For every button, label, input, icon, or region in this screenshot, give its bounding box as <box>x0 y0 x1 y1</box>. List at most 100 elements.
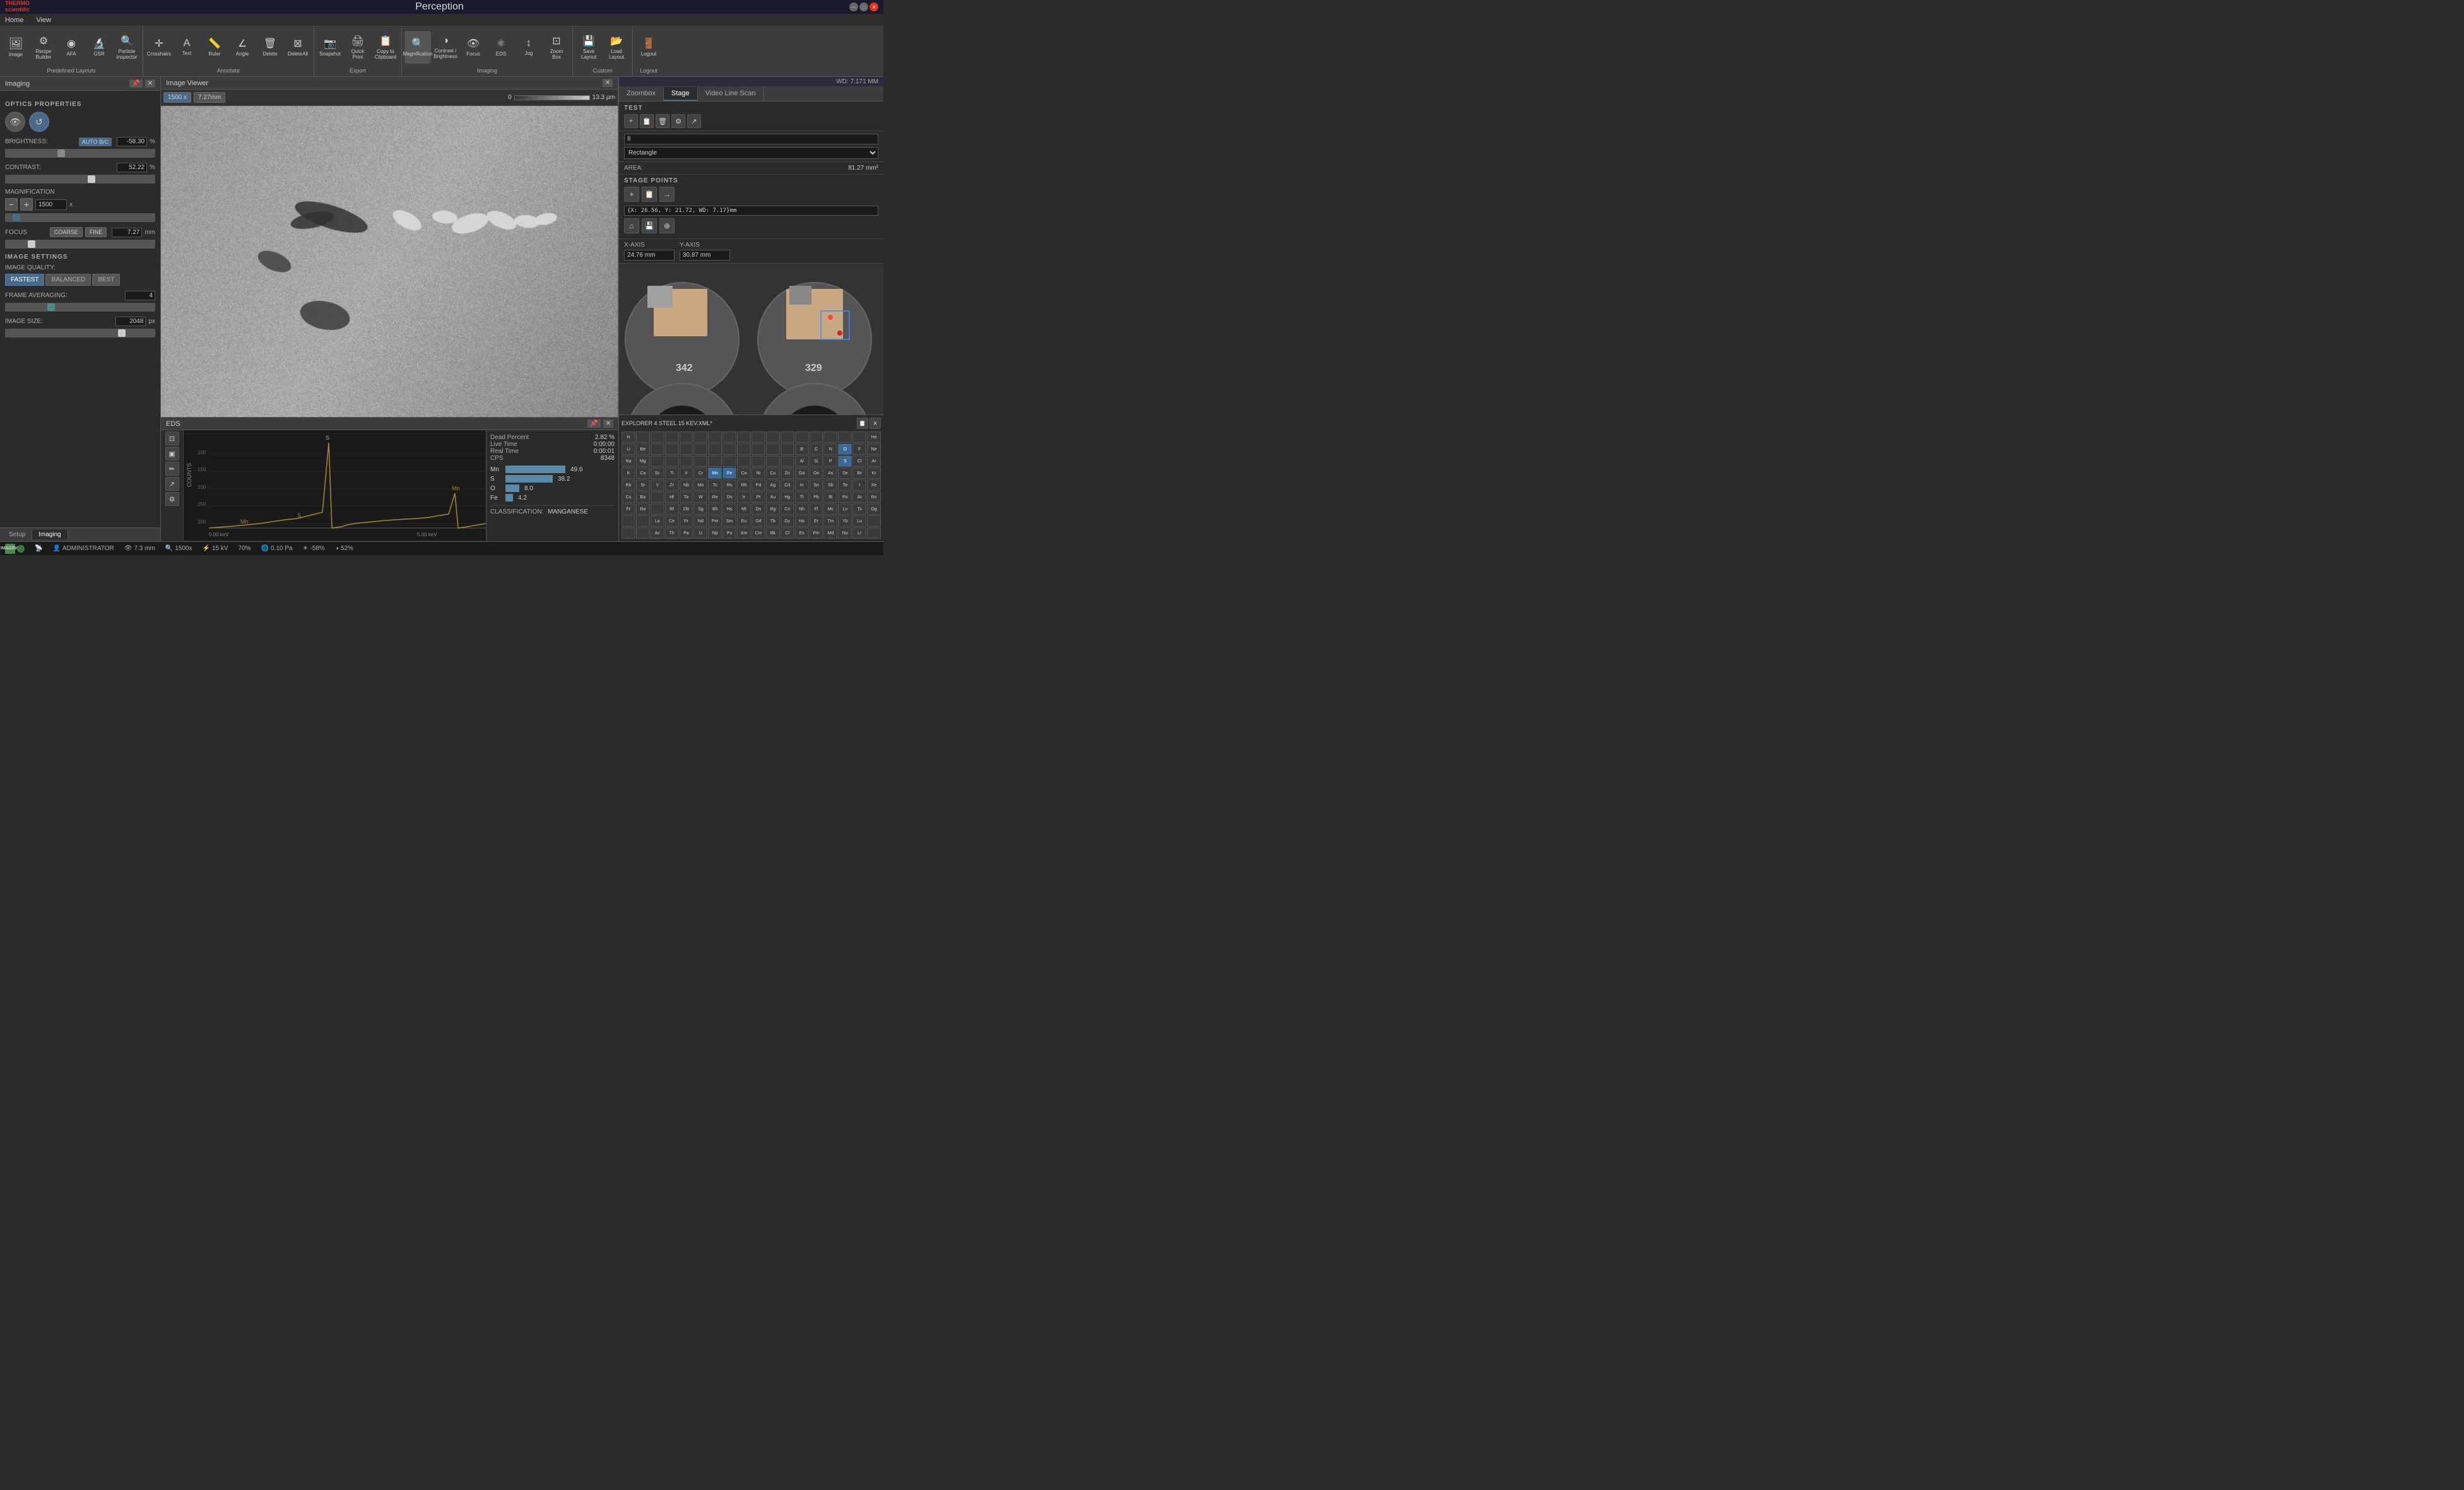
sem-canvas[interactable] <box>161 106 618 417</box>
pt-element-nh[interactable]: Nh <box>795 503 809 515</box>
pt-element-se[interactable]: Se <box>838 467 852 479</box>
toolbar-btn-text[interactable]: A Text <box>174 31 200 64</box>
pt-element-re[interactable]: Re <box>708 491 722 503</box>
viewer-close-button[interactable]: ✕ <box>603 79 613 87</box>
pt-element-fr[interactable]: Fr <box>622 503 635 515</box>
pt-element-w[interactable]: W <box>693 491 707 503</box>
toolbar-btn-contrast-brightness[interactable]: ◑ Contrast /Brightness <box>432 31 459 64</box>
toolbar-btn-gsr[interactable]: 🔬 GSR <box>86 31 112 64</box>
pt-element-na[interactable]: Na <box>622 455 635 467</box>
pt-element-li[interactable]: Li <box>622 443 635 455</box>
toolbar-btn-quickprint[interactable]: 🖨 QuickPrint <box>345 31 371 64</box>
pt-element-fm[interactable]: Fm <box>810 527 823 539</box>
stage-copy-button[interactable]: 📋 <box>642 187 657 202</box>
pt-element-cf[interactable]: Cf <box>781 527 794 539</box>
quality-best-button[interactable]: BEST <box>92 274 120 286</box>
brightness-thumb[interactable] <box>57 150 65 157</box>
image-size-thumb[interactable] <box>118 329 126 337</box>
toolbar-btn-logout[interactable]: 🚪 Logout <box>635 31 662 64</box>
pt-element-mn[interactable]: Mn <box>708 467 722 479</box>
test-btn-4[interactable]: ⚙ <box>671 114 685 128</box>
pt-element-p[interactable]: P <box>823 455 837 467</box>
image-size-slider[interactable] <box>5 329 155 337</box>
tab-imaging[interactable]: Imaging <box>32 530 68 539</box>
pt-element-ca[interactable]: Ca <box>636 467 650 479</box>
y-axis-input[interactable] <box>680 250 730 261</box>
resolution-display-button[interactable]: 7.27mm <box>194 92 225 103</box>
pt-element-k[interactable]: K <box>622 467 635 479</box>
pt-element-mo[interactable]: Mo <box>693 479 707 491</box>
magnification-input[interactable] <box>35 199 67 210</box>
pt-element-rh[interactable]: Rh <box>737 479 751 491</box>
pt-element-zr[interactable]: Zr <box>665 479 679 491</box>
eds-close-button[interactable]: ✕ <box>603 419 613 428</box>
pt-element-he[interactable]: He <box>867 431 881 443</box>
pt-element-po[interactable]: Po <box>838 491 852 503</box>
pt-element-te[interactable]: Te <box>838 479 852 491</box>
toolbar-btn-crosshairs[interactable]: ✛ Crosshairs <box>146 31 172 64</box>
pt-element-pt[interactable]: Pt <box>752 491 765 503</box>
pt-element-ho[interactable]: Ho <box>795 515 809 527</box>
test-btn-2[interactable]: 📋 <box>640 114 654 128</box>
pt-element-b[interactable]: B <box>795 443 809 455</box>
panel-close-button[interactable]: ✕ <box>145 79 155 88</box>
pt-element-in[interactable]: In <box>795 479 809 491</box>
pt-element-tb[interactable]: Tb <box>766 515 780 527</box>
panel-pin-button[interactable]: 📌 <box>129 79 142 88</box>
optics-btn-1[interactable]: 👁 <box>5 112 25 132</box>
pt-element-at[interactable]: At <box>852 491 866 503</box>
pt-element-hg[interactable]: Hg <box>781 491 794 503</box>
pt-element-er[interactable]: Er <box>810 515 823 527</box>
pt-element-cr[interactable]: Cr <box>693 467 707 479</box>
pt-element-ar[interactable]: Ar <box>867 455 881 467</box>
pt-element-ga[interactable]: Ga <box>795 467 809 479</box>
tab-setup[interactable]: Setup <box>3 530 32 539</box>
pt-element-pr[interactable]: Pr <box>680 515 693 527</box>
pt-element-bk[interactable]: Bk <box>766 527 780 539</box>
close-button[interactable]: ✕ <box>869 3 878 11</box>
pt-element-ba[interactable]: Ba <box>636 491 650 503</box>
pt-element-sm[interactable]: Sm <box>722 515 736 527</box>
pt-element-as[interactable]: As <box>823 467 837 479</box>
pt-element-dy[interactable]: Dy <box>781 515 794 527</box>
stage-save-button[interactable]: 💾 <box>642 218 657 233</box>
toolbar-btn-angle[interactable]: ∠ Angle <box>229 31 256 64</box>
magnification-slider[interactable] <box>5 213 155 222</box>
pt-element-ti[interactable]: Ti <box>665 467 679 479</box>
pt-element-ta[interactable]: Ta <box>680 491 693 503</box>
pt-element-pu[interactable]: Pu <box>722 527 736 539</box>
test-btn-3[interactable]: 🗑 <box>656 114 669 128</box>
auto-bc-button[interactable]: AUTO B/C <box>79 138 112 146</box>
pt-element-s[interactable]: S <box>838 455 852 467</box>
pt-element-nd[interactable]: Nd <box>693 515 707 527</box>
pt-element-pa[interactable]: Pa <box>680 527 693 539</box>
magnification-thumb[interactable] <box>13 214 20 221</box>
toolbar-btn-recipe[interactable]: ⚙ RecipeBuilder <box>30 31 57 64</box>
pt-element-os[interactable]: Os <box>722 491 736 503</box>
toolbar-btn-ruler[interactable]: 📏 Ruler <box>201 31 228 64</box>
pt-element-mc[interactable]: Mc <box>823 503 837 515</box>
toolbar-btn-eds[interactable]: ⚛ EDS <box>488 31 514 64</box>
magnification-minus-button[interactable]: − <box>5 198 18 211</box>
pt-element-rf[interactable]: Rf <box>665 503 679 515</box>
pt-element-c[interactable]: C <box>810 443 823 455</box>
contrast-thumb[interactable] <box>88 175 95 183</box>
pt-element-u[interactable]: U <box>693 527 707 539</box>
pt-element-o[interactable]: O <box>838 443 852 455</box>
minimize-button[interactable]: — <box>849 3 858 11</box>
pt-element-f[interactable]: F <box>852 443 866 455</box>
pt-element-rb[interactable]: Rb <box>622 479 635 491</box>
pt-element-co[interactable]: Co <box>737 467 751 479</box>
pt-element-am[interactable]: Am <box>737 527 751 539</box>
pt-element-yb[interactable]: Yb <box>838 515 852 527</box>
pt-element-bh[interactable]: Bh <box>708 503 722 515</box>
pt-element-bi[interactable]: Bi <box>823 491 837 503</box>
pt-element-nb[interactable]: Nb <box>680 479 693 491</box>
pt-element-zn[interactable]: Zn <box>781 467 794 479</box>
toolbar-btn-save-layout[interactable]: 💾 SaveLayout <box>575 31 602 64</box>
pt-element-ru[interactable]: Ru <box>722 479 736 491</box>
eds-tool-1[interactable]: ⊡ <box>165 431 179 445</box>
brightness-slider[interactable] <box>5 149 155 158</box>
pt-element-hf[interactable]: Hf <box>665 491 679 503</box>
menu-item-home[interactable]: Home <box>3 15 26 25</box>
